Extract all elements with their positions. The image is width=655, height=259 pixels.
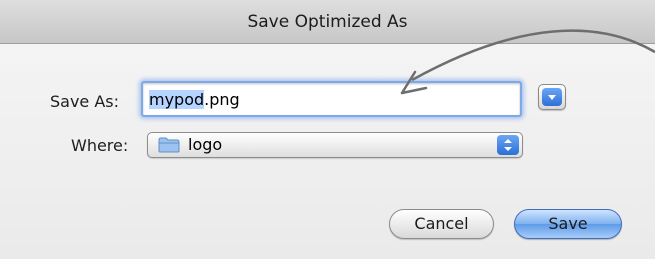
chevron-down-icon bbox=[542, 88, 562, 106]
filename-selected-text: mypod bbox=[149, 90, 205, 109]
save-dialog: Save Optimized As Save As: mypod.png Whe… bbox=[0, 0, 655, 259]
folder-icon bbox=[158, 137, 180, 153]
filename-input[interactable]: mypod.png bbox=[141, 81, 522, 117]
title-bar[interactable]: Save Optimized As bbox=[0, 0, 655, 44]
where-popup-menu[interactable]: logo bbox=[147, 132, 523, 158]
save-as-label: Save As: bbox=[50, 92, 120, 111]
cancel-button[interactable]: Cancel bbox=[389, 209, 494, 239]
save-button[interactable]: Save bbox=[514, 209, 622, 239]
expand-dialog-button[interactable] bbox=[538, 84, 566, 110]
where-value: logo bbox=[188, 135, 223, 154]
filename-text: mypod.png bbox=[149, 90, 240, 110]
dialog-body: Save As: mypod.png Where: logo Cancel Sa… bbox=[0, 44, 655, 259]
dialog-title: Save Optimized As bbox=[247, 12, 408, 32]
filename-extension-text: .png bbox=[204, 90, 240, 109]
where-label: Where: bbox=[71, 136, 129, 155]
up-down-chevron-icon bbox=[497, 135, 519, 155]
